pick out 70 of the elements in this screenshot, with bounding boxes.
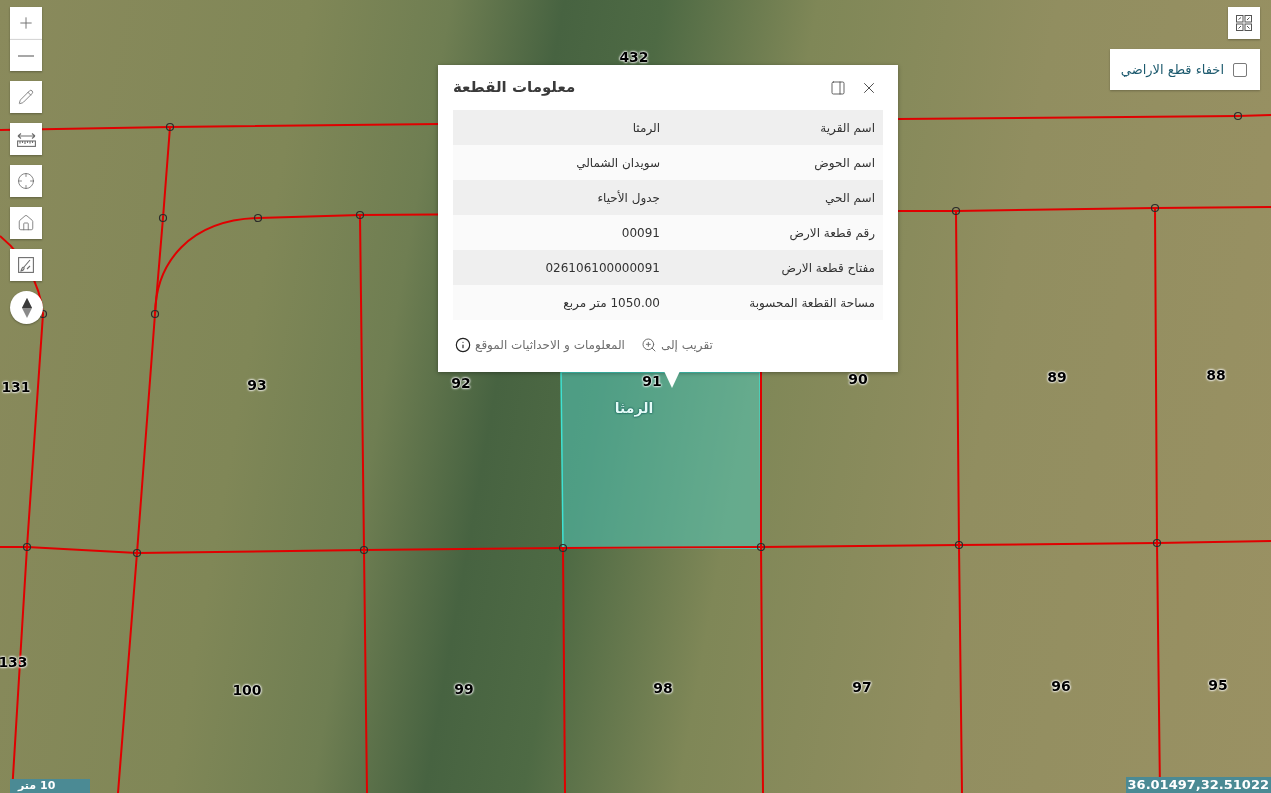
vertex-marker — [1152, 538, 1162, 548]
pencil-icon — [18, 89, 34, 105]
field-label: رقم قطعة الارض — [788, 224, 876, 242]
vertex-marker — [359, 545, 369, 555]
location-info-link[interactable]: المعلومات و الاحداثيات الموقع — [455, 336, 625, 354]
vertex-marker — [158, 213, 168, 223]
parcel-number-label: 97 — [852, 680, 872, 694]
parcel-number-label: 96 — [1051, 679, 1071, 693]
parcel-number-label: 432 — [619, 50, 649, 64]
coordinates-label: 36.01497,32.51022 — [1125, 777, 1271, 793]
dock-button[interactable] — [830, 79, 846, 96]
parcel-number-label: 99 — [454, 682, 474, 696]
vertex-marker — [253, 213, 263, 223]
field-value: 1050.00 متر مربع — [562, 294, 661, 312]
parcel-number-label: 91 — [642, 374, 662, 388]
parcel-number-label: 92 — [451, 376, 471, 390]
parcel-number-label: 88 — [1206, 368, 1226, 382]
minus-icon — [18, 54, 34, 57]
field-value: 00091 — [620, 224, 661, 242]
zoom-out-button[interactable] — [10, 39, 42, 71]
field-label: اسم القرية — [819, 119, 876, 137]
village-name-label: الرمثا — [614, 401, 654, 415]
locate-button[interactable] — [10, 165, 42, 197]
field-label: اسم الحوض — [813, 154, 876, 172]
plus-icon — [17, 14, 35, 32]
selected-parcel-area[interactable] — [560, 371, 762, 549]
popup-title: معلومات القطعة — [453, 77, 576, 99]
vertex-marker — [355, 210, 365, 220]
vertex-marker — [558, 543, 568, 553]
vertex-marker — [1233, 111, 1243, 121]
measure-button[interactable] — [10, 123, 42, 155]
parcel-number-label: 95 — [1208, 678, 1228, 692]
ruler-icon — [16, 131, 36, 147]
info-icon — [455, 337, 471, 353]
parcel-number-label: 90 — [848, 372, 868, 386]
crosshair-icon — [17, 172, 35, 190]
field-label: مفتاح قطعة الارض — [780, 259, 876, 277]
vertex-marker — [756, 542, 766, 552]
field-label: مساحة القطعة المحسوبة — [748, 294, 876, 312]
parcel-number-label: 100 — [232, 683, 262, 697]
vertex-marker — [1150, 203, 1160, 213]
vertex-marker — [165, 122, 175, 132]
checkbox[interactable] — [1233, 62, 1247, 77]
zoom-to-link[interactable]: تقريب إلى — [640, 336, 713, 354]
field-value: جدول الأحياء — [596, 189, 661, 207]
field-value: الرمثا — [631, 119, 661, 137]
layer-toggle-label[interactable]: اخفاء قطع الاراضي — [1120, 59, 1224, 80]
home-button[interactable] — [10, 207, 42, 239]
grid-icon — [1236, 15, 1252, 31]
square-brush-icon — [18, 257, 34, 273]
vertex-marker — [22, 542, 32, 552]
vertex-marker — [954, 540, 964, 550]
parcel-number-label: 89 — [1047, 370, 1067, 384]
parcel-number-label: 131 — [1, 380, 31, 394]
edit-shape-button[interactable] — [10, 249, 42, 281]
scale-label: 10 متر — [10, 779, 90, 793]
parcel-number-label: 98 — [653, 681, 673, 695]
panel-right-icon — [830, 79, 846, 96]
field-value: 026106100000091 — [544, 259, 661, 277]
home-icon — [17, 214, 35, 232]
vertex-marker — [150, 309, 160, 319]
vertex-marker — [951, 206, 961, 216]
vertex-marker — [132, 548, 142, 558]
parcel-number-label: 93 — [247, 378, 267, 392]
field-label: اسم الحي — [824, 189, 876, 207]
draw-button[interactable] — [10, 81, 42, 113]
basemap-gallery-button[interactable] — [1228, 7, 1260, 39]
compass-icon — [21, 297, 32, 318]
field-value: سويدان الشمالي — [575, 154, 661, 172]
zoom-in-icon — [640, 337, 657, 353]
